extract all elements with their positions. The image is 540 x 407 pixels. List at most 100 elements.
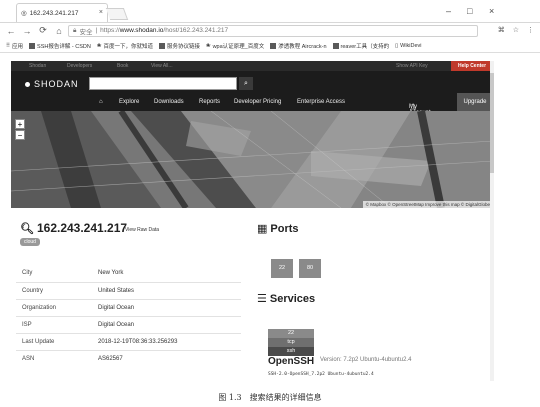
host-info-table: City New York Country United States Organi… xyxy=(16,265,241,367)
bookmark-item[interactable]: SSH报告详解 - CSDN xyxy=(29,42,91,50)
bookmarks-bar: ⠿ 应用 SSH报告详解 - CSDN ❀ 百度一下，你就知道 服务协议链接 ❀ wp… xyxy=(0,39,540,53)
url-field[interactable]: 🔒︎ 安全 | https://www.shodan.io/host/162.2… xyxy=(68,24,478,37)
table-row: Country United States xyxy=(16,281,241,299)
satellite-map[interactable]: + − © Mapbox © OpenStreetMap Improve thi… xyxy=(11,111,493,208)
services-heading: ☰ Services xyxy=(257,292,316,306)
back-icon[interactable]: ← xyxy=(6,26,16,36)
table-row: ISP Digital Ocean xyxy=(16,315,241,333)
bookmark-label: 应用 xyxy=(12,43,24,50)
map-attribution[interactable]: © Mapbox © OpenStreetMap Improve this ma… xyxy=(362,201,493,208)
bookmark-label: 服务协议链接 xyxy=(166,43,200,50)
lock-icon: 🔒︎ xyxy=(73,26,77,34)
apps-grid-icon: ⠿ xyxy=(6,42,11,49)
nav-enterprise-access[interactable]: Enterprise Access xyxy=(297,99,345,105)
bookmark-icon xyxy=(158,42,165,49)
zoom-in-button[interactable]: + xyxy=(15,119,25,129)
reload-icon[interactable]: ⟳ xyxy=(38,25,48,36)
close-window-icon[interactable]: × xyxy=(489,6,494,16)
tab-close-icon[interactable]: × xyxy=(99,4,103,21)
bookmark-icon xyxy=(332,42,339,49)
maximize-icon[interactable]: □ xyxy=(467,6,472,16)
bookmark-apps[interactable]: ⠿ 应用 xyxy=(6,42,23,50)
home-icon[interactable]: ⌂ xyxy=(54,26,64,36)
help-center-button[interactable]: Help Center xyxy=(451,61,493,71)
page-icon: ◎ xyxy=(21,9,27,17)
search-icon: ⌕ xyxy=(244,80,248,87)
paw-icon: ❀ xyxy=(96,42,102,49)
port-badge-22[interactable]: 22 xyxy=(271,259,293,278)
host-ip: 162.243.241.217 xyxy=(36,221,128,235)
topbar-link-shodan[interactable]: Shodan xyxy=(29,63,46,69)
bookmark-label: SSH报告详解 - CSDN xyxy=(37,43,91,50)
service-port: 22 xyxy=(268,329,314,338)
nav-reports[interactable]: Reports xyxy=(199,99,220,105)
url-host: www.shodan.io xyxy=(119,27,164,34)
bookmark-item[interactable]: reaver工具（支持的 xyxy=(332,42,390,50)
bookmark-label: reaver工具（支持的 xyxy=(340,43,390,50)
list-icon: ☰ xyxy=(257,293,267,305)
row-key: ISP xyxy=(16,315,92,333)
grid-icon: ▦ xyxy=(257,223,268,235)
secure-label: 安全 xyxy=(79,28,93,36)
shodan-logo[interactable]: SHODAN xyxy=(25,79,79,89)
row-value: New York xyxy=(98,270,124,277)
url-divider: | xyxy=(95,27,98,34)
table-row: City New York xyxy=(16,265,241,282)
bookmark-label: 渗透教程 Aircrack-n xyxy=(278,43,327,50)
scrollbar-thumb[interactable] xyxy=(490,73,494,173)
ports-heading: ▦ Ports xyxy=(257,222,299,236)
service-proto: tcp xyxy=(268,338,314,347)
zoom-out-button[interactable]: − xyxy=(15,130,25,140)
paw-icon: ❀ xyxy=(205,42,211,49)
row-value: Digital Ocean xyxy=(92,315,241,333)
view-raw-data-link[interactable]: View Raw Data xyxy=(125,227,159,233)
bookmark-item[interactable]: ▯ WikiDevi xyxy=(395,43,421,49)
logo-text: SHODAN xyxy=(34,79,79,89)
address-bar-row: ← → ⟳ ⌂ 🔒︎ 安全 | https://www.shodan.io/ho… xyxy=(0,22,540,38)
bookmark-item[interactable]: 渗透教程 Aircrack-n xyxy=(270,42,327,50)
bookmark-item[interactable]: ❀ 百度一下，你就知道 xyxy=(97,42,153,50)
home-nav-icon[interactable]: ⌂ xyxy=(99,99,103,105)
search-input[interactable] xyxy=(89,77,237,90)
service-product: OpenSSH xyxy=(268,356,315,367)
star-icon[interactable]: ☆ xyxy=(513,26,519,34)
topbar-link-view-all[interactable]: View All... xyxy=(151,63,173,69)
bookmark-item[interactable]: ❀ wpa认证原理_百度文 xyxy=(206,42,264,50)
ports-title: Ports xyxy=(270,222,299,235)
services-title: Services xyxy=(269,292,316,305)
topbar-link-book[interactable]: Book xyxy=(117,63,128,69)
bookmark-item[interactable]: 服务协议链接 xyxy=(158,42,200,50)
main-nav: ⌂ Explore Downloads Reports Developer Pr… xyxy=(11,94,493,116)
row-key: ASN xyxy=(16,349,92,367)
translate-icon[interactable]: ⌘ xyxy=(498,26,505,34)
bookmark-label: wpa认证原理_百度文 xyxy=(212,43,265,50)
row-value: AS62567 xyxy=(92,349,241,367)
nav-developer-pricing[interactable]: Developer Pricing xyxy=(234,99,281,105)
nav-downloads[interactable]: Downloads xyxy=(154,99,184,105)
url-path: /host/162.243.241.217 xyxy=(163,27,229,34)
upgrade-button[interactable]: Upgrade xyxy=(457,93,493,111)
port-badge-80[interactable]: 80 xyxy=(299,259,321,278)
browser-tab[interactable]: ◎ 162.243.241.217 × xyxy=(16,3,108,22)
browser-tab-strip: ◎ 162.243.241.217 × – □ × xyxy=(0,0,540,22)
minimize-icon[interactable]: – xyxy=(446,6,451,16)
page-scrollbar[interactable] xyxy=(490,61,494,381)
menu-icon[interactable]: ⋮ xyxy=(527,26,534,34)
toolbar-right: ⌘ ☆ ⋮ xyxy=(498,26,534,34)
bookmark-icon xyxy=(270,42,277,49)
shodan-top-bar: Shodan Developers Book View All... Show … xyxy=(11,61,493,71)
topbar-link-developers[interactable]: Developers xyxy=(67,63,92,69)
nav-explore[interactable]: Explore xyxy=(119,99,139,105)
figure-caption: 图 1.3 搜索结果的详细信息 xyxy=(218,393,322,402)
forward-icon[interactable]: → xyxy=(22,26,32,36)
service-banner: SSH-2.0-OpenSSH_7.2p2 Ubuntu-4ubuntu2.4 xyxy=(268,372,374,377)
bookmark-icon xyxy=(29,42,36,49)
new-tab-button[interactable] xyxy=(105,8,129,20)
table-row: ASN AS62567 xyxy=(16,349,241,367)
row-key: Last Update xyxy=(16,332,92,350)
show-api-key-link[interactable]: Show API Key xyxy=(396,63,428,69)
search-button[interactable]: ⌕ xyxy=(239,77,253,90)
service-tag: ssh xyxy=(268,347,314,356)
cloud-tag[interactable]: cloud xyxy=(20,238,40,246)
row-value: 2018-12-19T08:36:33.256293 xyxy=(92,332,241,350)
